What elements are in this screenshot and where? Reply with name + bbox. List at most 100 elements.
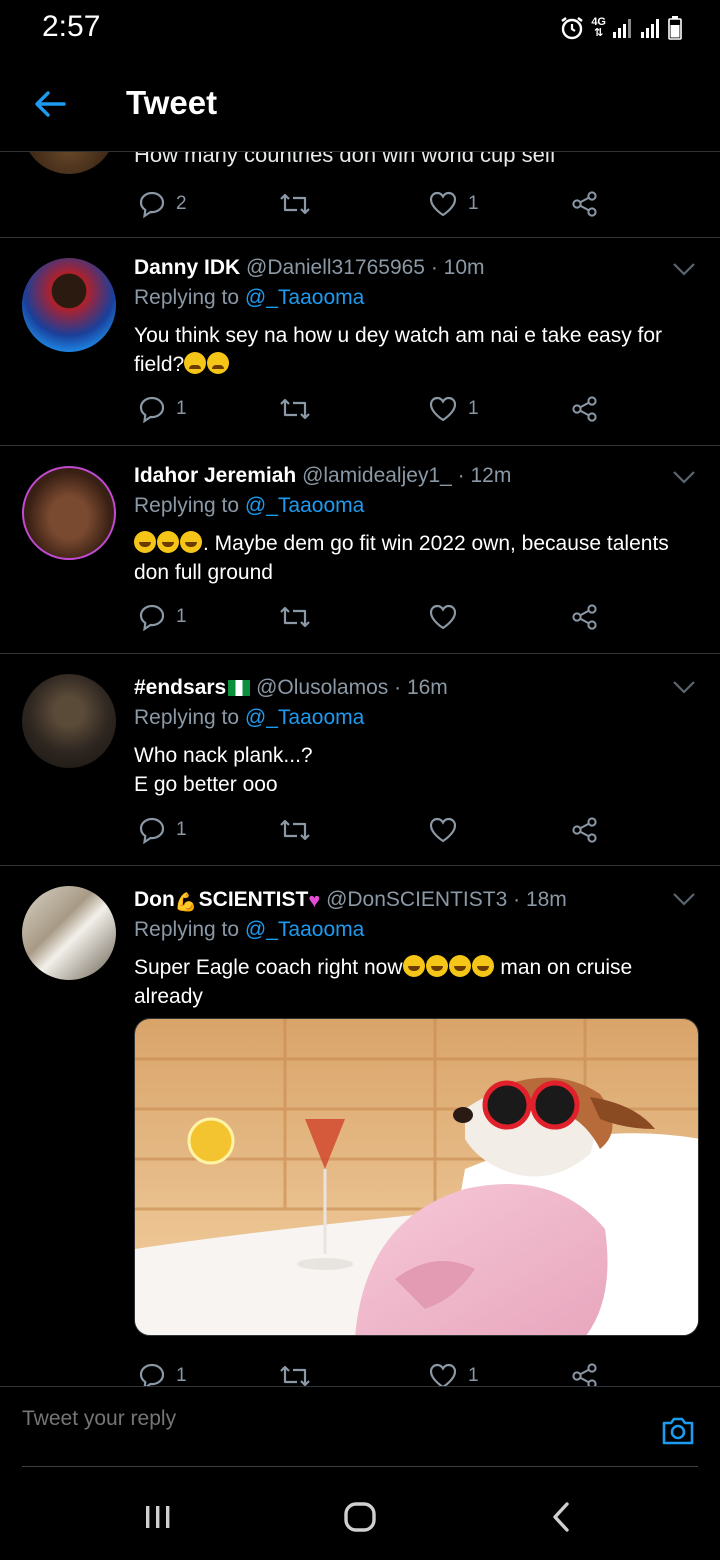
reply-count: 1 [176,819,187,840]
reply-button[interactable]: 1 [138,1360,187,1386]
reply-count: 2 [176,193,187,214]
tweet-card[interactable]: #endsars @Olusolamos · 16m Replying to @… [0,654,720,866]
smiling-face-emoji [448,955,471,977]
retweet-icon [280,606,310,628]
recents-icon[interactable] [138,1500,178,1534]
tweet-time: · 18m [513,888,567,911]
smiling-face-emoji [471,955,494,977]
chevron-down-icon[interactable] [670,678,698,696]
reply-icon [139,191,165,218]
author-name[interactable]: Danny IDK [134,256,240,279]
replying-to: Replying to @_Taaooma [134,286,365,309]
heart-icon [429,191,457,217]
like-count: 1 [468,193,479,214]
flexed-biceps-emoji: 💪 [174,892,198,912]
tweet-card[interactable]: How many countries don win world cup sel… [0,152,720,238]
avatar[interactable] [22,152,116,174]
like-button[interactable] [428,814,458,846]
share-icon [572,604,597,630]
reply-button[interactable]: 2 [138,188,187,220]
retweet-icon [280,398,310,420]
author-name[interactable]: Idahor Jeremiah [134,464,296,487]
author-handle[interactable]: @Olusolamos [256,676,388,699]
chevron-down-icon[interactable] [670,468,698,486]
retweet-button[interactable] [278,188,312,220]
reply-button[interactable]: 1 [138,814,187,846]
nigeria-flag-emoji [228,680,251,696]
share-icon [572,1363,597,1386]
tweet-actions: 1 [134,814,614,846]
author-handle[interactable]: @DonSCIENTIST3 [326,888,507,911]
like-button[interactable] [428,601,458,633]
like-button[interactable]: 1 [428,188,479,220]
tweet-media-image[interactable] [134,1018,699,1336]
retweet-icon [280,193,310,215]
tweet-header: Danny IDK @Daniell31765965 · 10m [134,256,660,280]
tweet-text: You think sey na how u dey watch am nai … [134,324,663,376]
avatar[interactable] [22,886,116,980]
mention-link[interactable]: @_Taaooma [245,494,364,517]
smiling-face-emoji [425,955,448,977]
avatar[interactable] [22,466,116,560]
tweet-time: · 12m [457,464,512,487]
reply-icon [139,396,165,423]
signal-icon [613,19,631,38]
share-button[interactable] [570,1360,600,1386]
like-count: 1 [468,398,479,419]
mention-link[interactable]: @_Taaooma [245,918,364,941]
share-button[interactable] [570,393,600,425]
grinning-squinting-face-emoji [157,531,179,553]
tweet-time: · 16m [394,676,448,699]
retweet-button[interactable] [278,1360,312,1386]
status-time: 2:57 [42,10,101,43]
avatar[interactable] [22,674,116,768]
heart-icon [429,817,457,843]
tweet-card[interactable]: Idahor Jeremiah @lamidealjey1_ · 12m Rep… [0,446,720,654]
reply-button[interactable]: 1 [138,601,187,633]
app-bar: Tweet [0,56,720,152]
tweet-header: Don💪 SCIENTIST♥ @DonSCIENTIST3 · 18m [134,888,660,913]
like-button[interactable]: 1 [428,393,479,425]
tweet-time: · 10m [430,256,485,279]
mention-link[interactable]: @_Taaooma [245,286,364,309]
status-icons: 4G ⇅ [559,14,682,42]
author-handle[interactable]: @Daniell31765965 [246,256,425,279]
reply-input[interactable] [22,1407,582,1431]
replies-feed[interactable]: How many countries don win world cup sel… [0,152,720,1386]
like-button[interactable]: 1 [428,1360,479,1386]
camera-icon[interactable] [660,1413,696,1449]
sparkling-heart-emoji: ♥ [308,890,321,912]
chevron-down-icon[interactable] [670,260,698,278]
reply-icon [139,604,165,631]
author-handle[interactable]: @lamidealjey1_ [302,464,452,487]
network-type: 4G ⇅ [591,16,606,39]
retweet-button[interactable] [278,814,312,846]
retweet-button[interactable] [278,393,312,425]
replying-to: Replying to @_Taaooma [134,918,365,941]
share-button[interactable] [570,188,600,220]
tweet-actions: 1 [134,601,614,633]
avatar[interactable] [22,258,116,352]
back-icon[interactable] [542,1500,582,1534]
share-button[interactable] [570,814,600,846]
tweet-card[interactable]: Danny IDK @Daniell31765965 · 10m Replyin… [0,238,720,446]
reply-button[interactable]: 1 [138,393,187,425]
chevron-down-icon[interactable] [670,890,698,908]
back-arrow-icon[interactable] [28,82,72,126]
home-icon[interactable] [340,1500,380,1534]
dog-in-bathrobe-photo [135,1019,698,1335]
retweet-button[interactable] [278,601,312,633]
alarm-icon [561,17,584,40]
heart-icon [429,1363,457,1386]
author-name[interactable]: Don💪 SCIENTIST♥ [134,888,321,912]
author-name[interactable]: #endsars [134,676,226,699]
grinning-squinting-face-emoji [134,531,156,553]
share-button[interactable] [570,601,600,633]
mention-link[interactable]: @_Taaooma [245,706,364,729]
tweet-header: Idahor Jeremiah @lamidealjey1_ · 12m [134,464,660,488]
tweet-text: . Maybe dem go fit win 2022 own, because… [134,531,669,584]
reply-count: 1 [176,606,187,627]
tweet-card[interactable]: Don💪 SCIENTIST♥ @DonSCIENTIST3 · 18m Rep… [0,866,720,1386]
retweet-icon [280,819,310,841]
reply-icon [139,817,165,844]
